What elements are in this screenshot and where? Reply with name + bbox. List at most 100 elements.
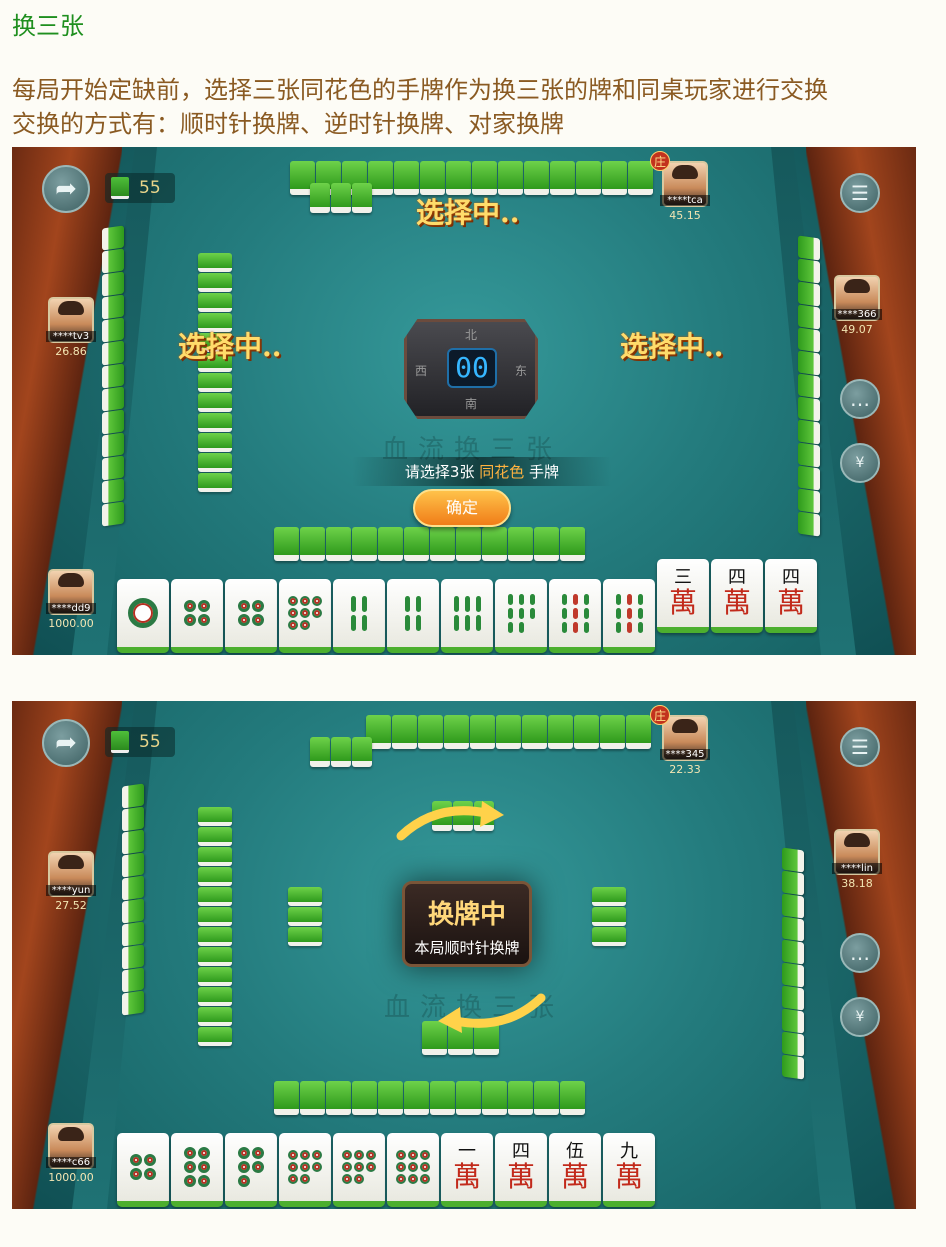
- player-score: 27.52: [55, 899, 87, 912]
- description-line-2: 交换的方式有：顺时针换牌、逆时针换牌、对家换牌: [12, 110, 564, 138]
- left-player-hand: [102, 225, 124, 527]
- player-left[interactable]: ****tv3 26.86: [46, 297, 96, 358]
- remaining-tiles-counter: 55: [105, 173, 175, 203]
- hand-tile[interactable]: [495, 579, 547, 653]
- yuan-icon[interactable]: ¥: [840, 443, 880, 483]
- hand-tile[interactable]: [441, 579, 493, 653]
- player-top[interactable]: 庄 ****345 22.33: [650, 705, 710, 776]
- wind-compass: 北 东 南 西 00: [404, 319, 538, 419]
- wind-west: 西: [415, 364, 428, 378]
- player-score: 1000.00: [48, 1171, 94, 1184]
- player-left[interactable]: ****yun 27.52: [46, 851, 96, 912]
- hand-tile[interactable]: 四萬: [495, 1133, 547, 1207]
- game-screenshot-swap: 血流换三张 ➦ 55 ☰ … ¥ 换牌中 本局顺时针换牌 庄 ****345 2…: [12, 701, 916, 1209]
- confirm-button[interactable]: 确定: [413, 489, 511, 527]
- back-arrow-icon[interactable]: ➦: [42, 719, 90, 767]
- counter-arrow-icon: [436, 993, 546, 1033]
- menu-icon[interactable]: ☰: [840, 173, 880, 213]
- player-name: ****366: [832, 309, 882, 320]
- swap-subtitle: 本局顺时针换牌: [414, 939, 520, 957]
- player-score: 22.33: [669, 763, 701, 776]
- hand-tile[interactable]: [603, 579, 655, 653]
- wind-south: 南: [465, 397, 478, 411]
- player-score: 45.15: [669, 209, 701, 222]
- hand-tile[interactable]: 伍萬: [549, 1133, 601, 1207]
- hand-tile[interactable]: [117, 1133, 169, 1207]
- right-selecting-status: 选择中..: [620, 330, 724, 363]
- right-player-hand: [782, 847, 804, 1080]
- swap-title: 换牌中: [427, 900, 506, 930]
- hand-tile[interactable]: 四萬: [711, 559, 763, 633]
- exchange-tiles-right: [592, 887, 626, 947]
- game-screenshot-select: 血流换三张 ➦ 55 ☰ … ¥ 庄 ****tca 45.15 ****tv3…: [12, 147, 916, 655]
- hand-tile[interactable]: [171, 1133, 223, 1207]
- hand-tile[interactable]: [387, 579, 439, 653]
- remaining-tiles-count: 55: [139, 732, 161, 752]
- hand-tile[interactable]: [333, 579, 385, 653]
- wind-east: 东: [514, 364, 527, 378]
- player-right[interactable]: ****366 49.07: [832, 275, 882, 336]
- hand-tile[interactable]: [171, 579, 223, 653]
- back-arrow-icon[interactable]: ➦: [42, 165, 90, 213]
- hand-tile[interactable]: 四萬: [765, 559, 817, 633]
- hand-tile[interactable]: [117, 579, 169, 653]
- dealer-badge: 庄: [650, 151, 670, 171]
- dealer-badge: 庄: [650, 705, 670, 725]
- hand-tile[interactable]: 九萬: [603, 1133, 655, 1207]
- page-title: 换三张: [12, 12, 84, 40]
- hand-tile[interactable]: [225, 579, 277, 653]
- player-score: 49.07: [841, 323, 873, 336]
- player-hand: 三萬四萬四萬: [117, 559, 819, 653]
- hand-tile[interactable]: [333, 1133, 385, 1207]
- countdown-timer: 00: [447, 348, 497, 388]
- player-name: ****dd9: [46, 603, 96, 614]
- right-player-hand: [798, 235, 820, 537]
- tile-stack-icon: [111, 177, 129, 199]
- select-prompt: 请选择3张 同花色 手牌: [352, 457, 612, 486]
- hand-tile[interactable]: 一萬: [441, 1133, 493, 1207]
- player-score: 38.18: [841, 877, 873, 890]
- player-name: ****c66: [46, 1157, 96, 1168]
- hand-tile[interactable]: [549, 579, 601, 653]
- left-selecting-status: 选择中..: [178, 330, 282, 363]
- menu-icon[interactable]: ☰: [840, 727, 880, 767]
- hand-tile[interactable]: [279, 579, 331, 653]
- tile-stack-icon: [111, 731, 129, 753]
- clockwise-arrow-icon: [396, 801, 506, 841]
- player-score: 1000.00: [48, 617, 94, 630]
- remaining-tiles-counter: 55: [105, 727, 175, 757]
- player-self[interactable]: ****c66 1000.00: [46, 1123, 96, 1184]
- left-player-hand: [122, 783, 144, 1016]
- player-score: 26.86: [55, 345, 87, 358]
- top-player-hand: [310, 737, 373, 767]
- player-top[interactable]: 庄 ****tca 45.15: [650, 151, 710, 222]
- hand-tile[interactable]: [387, 1133, 439, 1207]
- chat-icon[interactable]: …: [840, 933, 880, 973]
- top-wall: [366, 715, 652, 749]
- chat-icon[interactable]: …: [840, 379, 880, 419]
- top-player-hand: [310, 183, 373, 213]
- description-line-1: 每局开始定缺前，选择三张同花色的手牌作为换三张的牌和同桌玩家进行交换: [12, 76, 828, 104]
- prompt-suffix: 手牌: [529, 463, 560, 481]
- top-selecting-status: 选择中..: [416, 196, 520, 229]
- bottom-wall: [274, 527, 586, 561]
- hand-tile[interactable]: [279, 1133, 331, 1207]
- bottom-wall: [274, 1081, 586, 1115]
- player-self[interactable]: ****dd9 1000.00: [46, 569, 96, 630]
- exchange-tiles-left: [288, 887, 322, 947]
- player-name: ****lin: [832, 863, 882, 874]
- remaining-tiles-count: 55: [139, 178, 161, 198]
- player-right[interactable]: ****lin 38.18: [832, 829, 882, 890]
- player-name: ****345: [660, 749, 710, 760]
- left-wall: [198, 253, 232, 493]
- player-name: ****tca: [660, 195, 710, 206]
- wind-north: 北: [465, 328, 478, 342]
- hand-tile[interactable]: 三萬: [657, 559, 709, 633]
- swap-status-panel: 换牌中 本局顺时针换牌: [402, 881, 532, 967]
- yuan-icon[interactable]: ¥: [840, 997, 880, 1037]
- player-name: ****yun: [46, 885, 96, 896]
- player-name: ****tv3: [46, 331, 96, 342]
- hand-tile[interactable]: [225, 1133, 277, 1207]
- prompt-highlight: 同花色: [479, 463, 525, 481]
- prompt-prefix: 请选择3张: [404, 463, 475, 481]
